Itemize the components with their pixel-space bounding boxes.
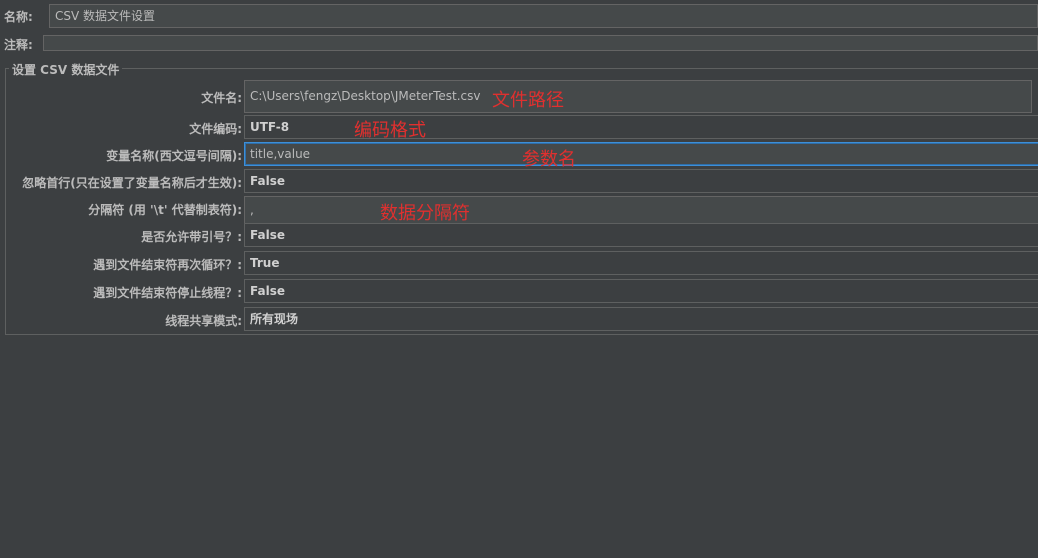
filename-label: 文件名: [201, 91, 242, 105]
delimiter-input[interactable]: , [244, 196, 1038, 224]
varnames-label: 变量名称(西文逗号间隔): [106, 149, 242, 163]
sharing-mode-label: 线程共享模式: [165, 314, 242, 328]
allow-quoted-combo[interactable]: False [244, 223, 1038, 247]
name-label: 名称: [4, 10, 33, 24]
section-title: 设置 CSV 数据文件 [9, 61, 123, 78]
encoding-label: 文件编码: [189, 122, 242, 136]
annotation-delimiter: 数据分隔符 [380, 203, 470, 224]
comment-input[interactable] [43, 35, 1038, 51]
allow-quoted-label: 是否允许带引号？: [141, 230, 242, 244]
recycle-eof-label: 遇到文件结束符再次循环？: [93, 258, 242, 272]
stop-thread-eof-combo[interactable]: False [244, 279, 1038, 303]
varnames-input[interactable]: title,value [244, 142, 1038, 166]
recycle-eof-combo[interactable]: True [244, 251, 1038, 275]
ignore-first-line-combo[interactable]: False [244, 169, 1038, 193]
delimiter-label: 分隔符 (用 '\t' 代替制表符): [88, 203, 242, 217]
annotation-file-path: 文件路径 [492, 90, 564, 111]
sharing-mode-combo[interactable]: 所有现场 [244, 307, 1038, 331]
annotation-encoding: 编码格式 [354, 120, 426, 141]
stop-thread-eof-label: 遇到文件结束符停止线程？: [93, 286, 242, 300]
ignore-first-line-label: 忽略首行(只在设置了变量名称后才生效): [22, 176, 242, 190]
name-input[interactable]: CSV 数据文件设置 [49, 4, 1038, 28]
annotation-param-names: 参数名 [522, 149, 576, 170]
comment-label: 注释: [4, 38, 33, 52]
filename-input[interactable]: C:\Users\fengz\Desktop\JMeterTest.csv [244, 80, 1032, 113]
